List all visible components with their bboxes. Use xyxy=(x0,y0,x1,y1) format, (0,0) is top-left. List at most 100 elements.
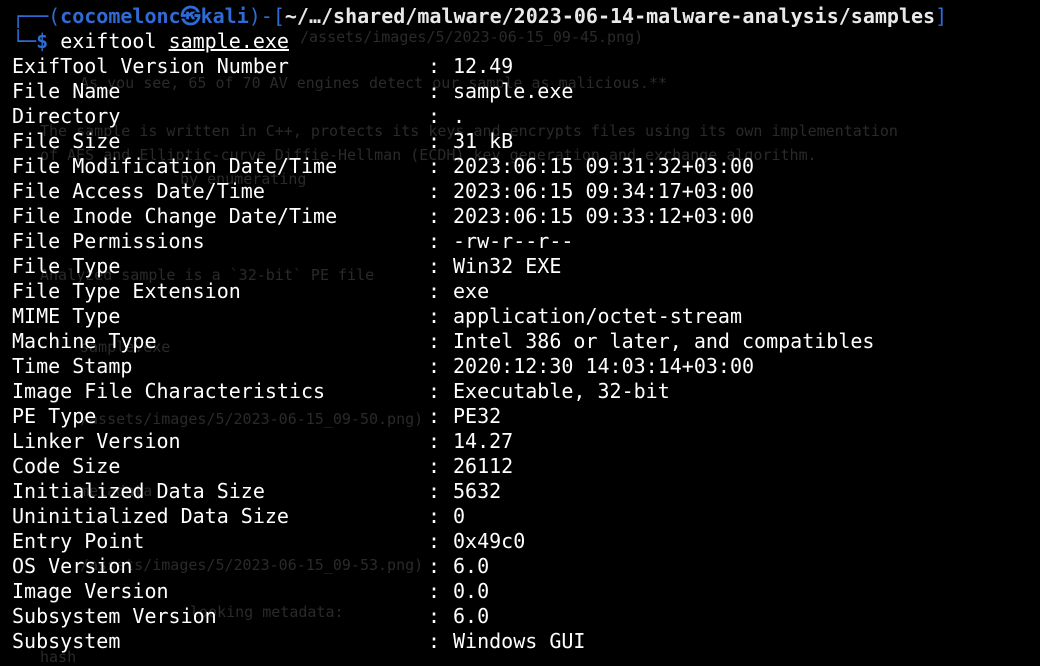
metadata-key: OS Version xyxy=(12,554,133,578)
metadata-separator: : xyxy=(428,454,441,478)
metadata-value: exe xyxy=(453,279,490,303)
metadata-value: 0 xyxy=(453,504,466,528)
metadata-value: Windows GUI xyxy=(453,629,586,653)
metadata-key: File Type xyxy=(12,254,121,278)
metadata-value: 5632 xyxy=(453,479,502,503)
metadata-row: Initialized Data Size:5632 xyxy=(12,479,1032,504)
metadata-row: File Access Date/Time:2023:06:15 09:34:1… xyxy=(12,179,1032,204)
metadata-value: 6.0 xyxy=(453,604,490,628)
metadata-row: Machine Type: Intel 386 or later, and com… xyxy=(12,329,1032,354)
metadata-row: Subsystem Version:6.0 xyxy=(12,604,1032,629)
prompt-working-directory: ~/…/shared/malware/2023-06-14-malware-an… xyxy=(284,4,936,28)
prompt-user-host: cocomelonc㉿kali xyxy=(60,4,249,28)
metadata-key: Initialized Data Size xyxy=(12,479,265,503)
command-name: exiftool xyxy=(60,29,157,53)
metadata-separator: : xyxy=(428,579,441,603)
prompt-header: ┌──(cocomelonc㉿kali)-[~/…/shared/malware… xyxy=(12,4,947,29)
metadata-value: Executable, 32-bit xyxy=(453,379,670,403)
metadata-value: Intel 386 or later, and compatibles xyxy=(453,329,875,353)
metadata-row: Image File Characteristics: Executable, 3… xyxy=(12,379,1032,404)
metadata-separator: : xyxy=(428,479,441,503)
metadata-value: 2023:06:15 09:33:12+03:00 xyxy=(453,204,755,228)
metadata-separator: : xyxy=(428,179,441,203)
metadata-value: 2020:12:30 14:03:14+03:00 xyxy=(453,354,755,378)
metadata-separator: : xyxy=(428,204,441,228)
metadata-row: File Size:31 kB xyxy=(12,129,1032,154)
metadata-value: 12.49 xyxy=(453,54,514,78)
prompt-frame-bottom: └─ xyxy=(12,29,37,53)
metadata-key: Uninitialized Data Size xyxy=(12,504,289,528)
metadata-key: MIME Type xyxy=(12,304,121,328)
ghost-line: /assets/images/5/2023-06-15_09-45.png) xyxy=(300,28,644,46)
metadata-row: File Modification Date/Time:2023:06:15 0… xyxy=(12,154,1032,179)
metadata-row: Directory:. xyxy=(12,104,1032,129)
metadata-key: ExifTool Version Number xyxy=(12,54,289,78)
metadata-value: 0.0 xyxy=(453,579,490,603)
prompt-dollar: $ xyxy=(36,29,49,53)
metadata-key: File Modification Date/Time xyxy=(12,154,338,178)
metadata-value: 2023:06:15 09:31:32+03:00 xyxy=(453,154,755,178)
metadata-key: File Size xyxy=(12,129,121,153)
metadata-row: Subsystem: Windows GUI xyxy=(12,629,1032,654)
command-line[interactable]: └─$ exiftool sample.exe xyxy=(12,29,289,54)
metadata-row: ExifTool Version Number:12.49 xyxy=(12,54,1032,79)
metadata-separator: : xyxy=(428,379,441,403)
metadata-separator: : xyxy=(428,229,441,253)
metadata-value: sample.exe xyxy=(453,79,574,103)
metadata-value: 31 kB xyxy=(453,129,514,153)
command-argument[interactable]: sample.exe xyxy=(169,29,289,53)
metadata-separator: : xyxy=(428,329,441,353)
metadata-row: PE Type: PE32 xyxy=(12,404,1032,429)
metadata-separator: : xyxy=(428,354,441,378)
metadata-row: File Inode Change Date/Time:2023:06:15 0… xyxy=(12,204,1032,229)
metadata-separator: : xyxy=(428,554,441,578)
exiftool-output: ExifTool Version Number:12.49 File Name: s… xyxy=(12,54,1032,654)
metadata-separator: : xyxy=(428,629,441,653)
metadata-key: Image Version xyxy=(12,579,169,603)
prompt-frame-end: ] xyxy=(935,4,948,28)
metadata-row: File Type: Win32 EXE xyxy=(12,254,1032,279)
metadata-separator: : xyxy=(428,529,441,553)
metadata-separator: : xyxy=(428,404,441,428)
metadata-key: Time Stamp xyxy=(12,354,133,378)
metadata-row: File Permissions: -rw-r--r-- xyxy=(12,229,1032,254)
metadata-row: OS Version:6.0 xyxy=(12,554,1032,579)
metadata-key: File Type Extension xyxy=(12,279,241,303)
metadata-key: File Access Date/Time xyxy=(12,179,265,203)
prompt-frame-top: ┌──( xyxy=(12,4,61,28)
metadata-key: Subsystem xyxy=(12,629,121,653)
metadata-separator: : xyxy=(428,429,441,453)
metadata-value: 14.27 xyxy=(453,429,514,453)
metadata-row: Uninitialized Data Size:0 xyxy=(12,504,1032,529)
metadata-value: application/octet-stream xyxy=(453,304,742,328)
metadata-separator: : xyxy=(428,254,441,278)
metadata-value: . xyxy=(453,104,466,128)
metadata-row: File Type Extension: exe xyxy=(12,279,1032,304)
metadata-key: File Permissions xyxy=(12,229,205,253)
metadata-value: 0x49c0 xyxy=(453,529,526,553)
metadata-value: Win32 EXE xyxy=(453,254,562,278)
metadata-row: Code Size:26112 xyxy=(12,454,1032,479)
metadata-key: Code Size xyxy=(12,454,121,478)
metadata-value: -rw-r--r-- xyxy=(453,229,574,253)
metadata-value: 26112 xyxy=(453,454,514,478)
metadata-separator: : xyxy=(428,504,441,528)
metadata-value: PE32 xyxy=(453,404,502,428)
metadata-key: Image File Characteristics xyxy=(12,379,326,403)
metadata-row: File Name: sample.exe xyxy=(12,79,1032,104)
metadata-value: 6.0 xyxy=(453,554,490,578)
metadata-row: Image Version:0.0 xyxy=(12,579,1032,604)
terminal-window[interactable]: /assets/images/5/2023-06-15_09-45.png) A… xyxy=(0,0,1040,666)
metadata-key: PE Type xyxy=(12,404,97,428)
metadata-key: File Inode Change Date/Time xyxy=(12,204,338,228)
metadata-separator: : xyxy=(428,79,441,103)
metadata-key: Entry Point xyxy=(12,529,145,553)
metadata-separator: : xyxy=(428,104,441,128)
metadata-separator: : xyxy=(428,304,441,328)
metadata-key: Machine Type xyxy=(12,329,157,353)
metadata-row: Linker Version:14.27 xyxy=(12,429,1032,454)
metadata-row: Time Stamp:2020:12:30 14:03:14+03:00 xyxy=(12,354,1032,379)
metadata-key: File Name xyxy=(12,79,121,103)
metadata-key: Directory xyxy=(12,104,121,128)
metadata-separator: : xyxy=(428,154,441,178)
